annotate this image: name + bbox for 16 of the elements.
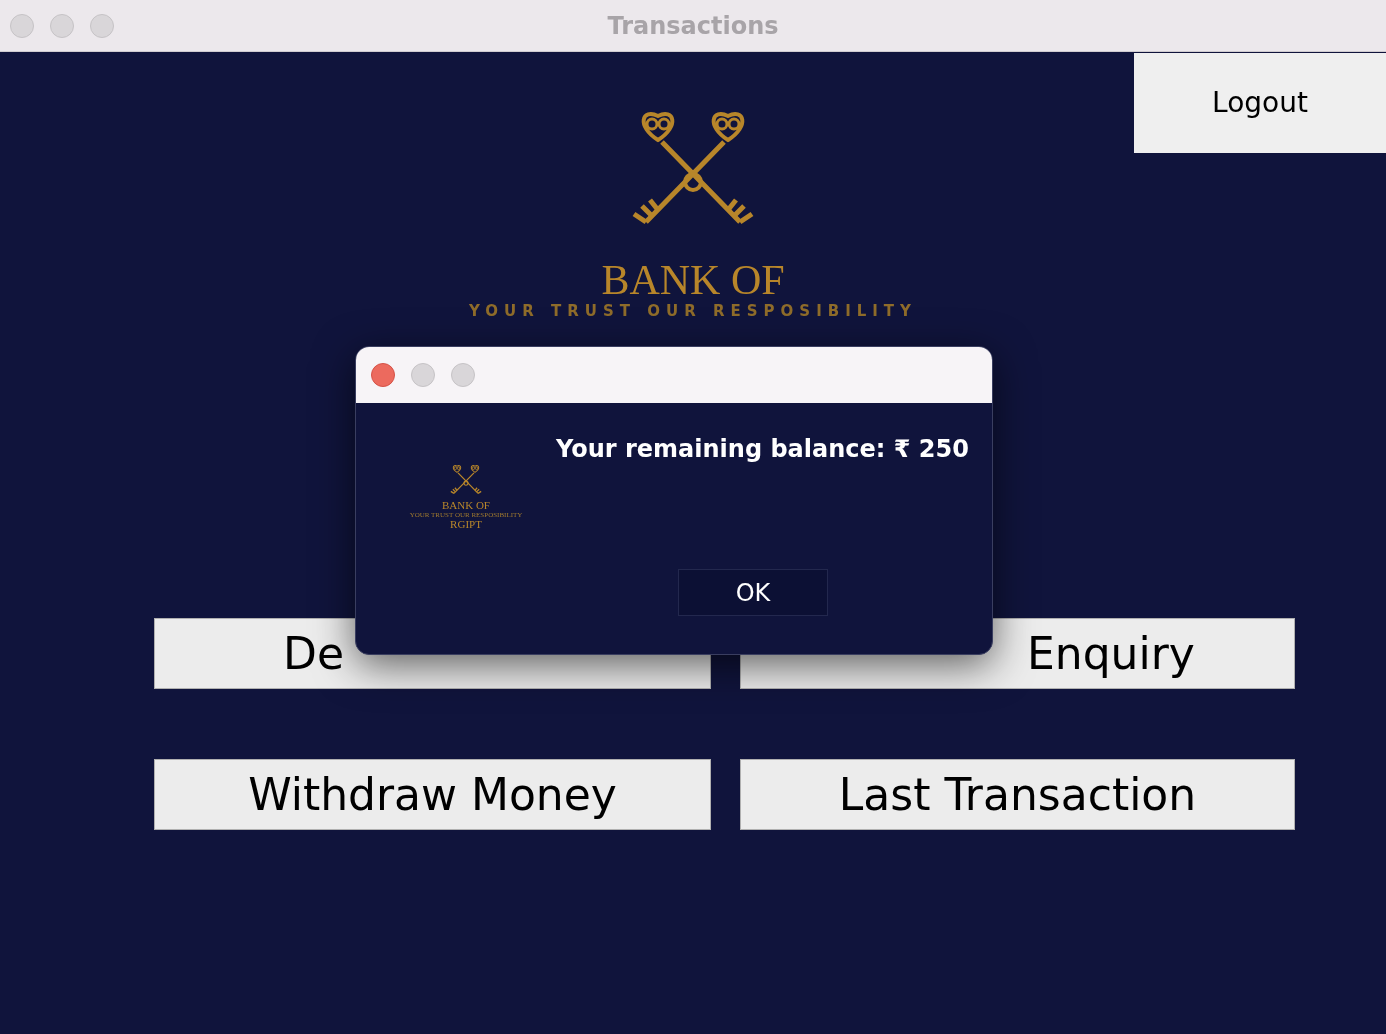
tagline: YOUR TRUST OUR RESPOSIBILITY (469, 302, 917, 320)
window-control-icon[interactable] (451, 363, 475, 387)
window-control-icon[interactable] (50, 13, 74, 38)
bank-name: BANK OF (442, 500, 490, 511)
action-button[interactable]: Last Transaction (740, 759, 1295, 830)
ok-button[interactable]: OK (678, 569, 828, 616)
balance-message: Your remaining balance: ₹ 250 (556, 434, 969, 465)
window-title: Transactions (607, 10, 779, 42)
bank-name: RGIPT (450, 519, 482, 530)
window-control-icon[interactable] (10, 13, 34, 38)
logout-button[interactable]: Logout (1134, 53, 1386, 153)
close-icon[interactable] (371, 363, 395, 387)
window-control-icon[interactable] (411, 363, 435, 387)
window-control-icon[interactable] (90, 13, 114, 38)
action-button[interactable]: Withdraw Money (154, 759, 711, 830)
bank-name: BANK OF (601, 258, 785, 302)
